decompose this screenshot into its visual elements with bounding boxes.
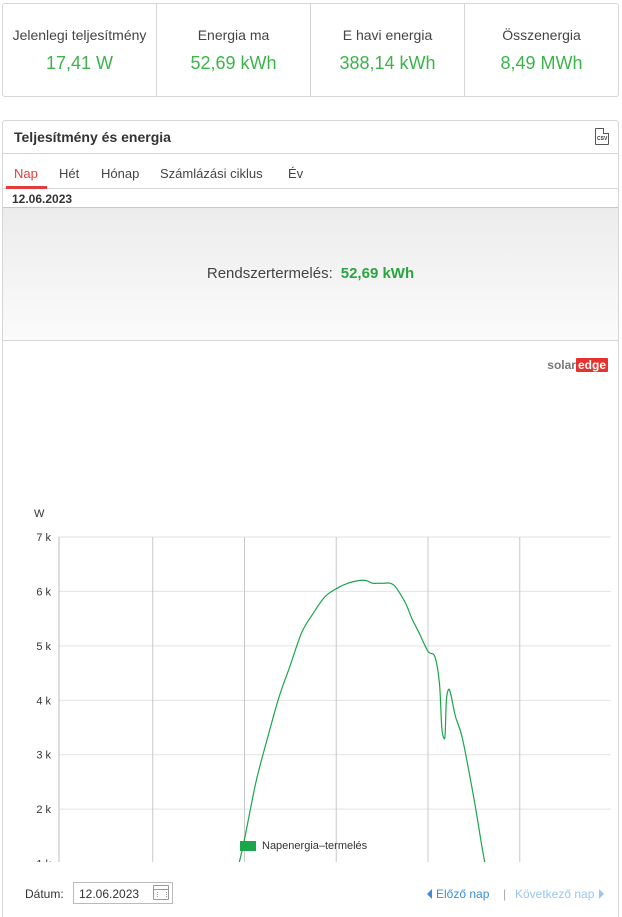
tab-honap[interactable]: Hónap — [101, 166, 139, 181]
grid-layer — [59, 536, 611, 917]
kpi-energy-today: Energia ma 52,69 kWh — [157, 4, 311, 96]
kpi-summary-row: Jelenlegi teljesítmény 17,41 W Energia m… — [2, 3, 619, 97]
legend-swatch — [240, 841, 256, 851]
panel-title: Teljesítmény és energia — [14, 129, 171, 145]
date-navigation-footer: Dátum: 12.06.2023 Előző nap | Következő … — [3, 879, 618, 909]
kpi-current-power: Jelenlegi teljesítmény 17,41 W — [3, 4, 157, 96]
y-tick-label: 3 k — [36, 750, 51, 762]
summary-value: 52,69 kWh — [340, 265, 415, 282]
logo-part2: edge — [575, 358, 608, 372]
summary-label: Rendszertermelés: — [206, 265, 333, 282]
y-tick-label: 4 k — [36, 695, 51, 707]
nav-separator: | — [503, 887, 507, 901]
series-layer — [170, 579, 521, 917]
calendar-icon[interactable] — [153, 885, 169, 900]
production-chart: solaredge W0 k1 k2 k3 k4 k5 k6 k7 k12. J… — [3, 342, 618, 917]
arrow-right-icon — [599, 889, 605, 899]
kpi-energy-month: E havi energia 388,14 kWh — [311, 4, 465, 96]
csv-export-icon[interactable]: CSV — [595, 128, 609, 145]
chart-svg: W0 k1 k2 k3 k4 k5 k6 k7 k12. Jun04:0008:… — [34, 508, 611, 917]
solaredge-logo: solar edge — [547, 358, 608, 372]
kpi-value: 52,69 kWh — [190, 53, 277, 73]
date-field-label: Dátum: — [25, 887, 64, 901]
kpi-value: 17,41 W — [45, 53, 114, 73]
y-tick-label: 2 k — [36, 804, 51, 816]
next-day-link[interactable]: Következő nap — [515, 887, 605, 901]
kpi-value: 8,49 MWh — [500, 53, 583, 73]
current-date: 12.06.2023 — [12, 192, 73, 206]
kpi-label: Jelenlegi teljesítmény — [12, 27, 147, 43]
y-tick-label: 1 k — [36, 859, 51, 862]
tab-het[interactable]: Hét — [59, 166, 79, 181]
kpi-label: Összenergia — [502, 27, 581, 43]
logo-part1: solar — [547, 358, 576, 372]
arrow-left-icon — [427, 889, 432, 899]
tab-ev[interactable]: Év — [288, 166, 303, 181]
power-energy-panel: Teljesítmény és energia CSV Nap Hét Hóna… — [2, 120, 619, 917]
kpi-value: 388,14 kWh — [339, 53, 436, 73]
tab-nap[interactable]: Nap — [14, 166, 38, 181]
date-input-value: 12.06.2023 — [79, 887, 140, 901]
y-tick-label: 6 k — [36, 586, 51, 598]
previous-day-link[interactable]: Előző nap — [427, 887, 489, 901]
chart-legend[interactable]: Napenergia–termelés — [240, 840, 367, 852]
y-tick-label: 5 k — [36, 641, 51, 653]
y-tick-label: 7 k — [36, 532, 51, 544]
kpi-label: E havi energia — [342, 27, 433, 43]
series-line-napenergia-termeles — [170, 579, 521, 917]
next-day-label: Következő nap — [515, 887, 595, 901]
current-date-row: 12.06.2023 — [3, 189, 618, 208]
csv-icon-text: CSV — [597, 136, 608, 142]
system-production-summary: Rendszertermelés: 52,69 kWh — [3, 208, 618, 341]
y-axis-label: W — [34, 508, 45, 520]
panel-header: Teljesítmény és energia CSV — [3, 121, 618, 154]
legend-label: Napenergia–termelés — [262, 840, 368, 852]
previous-day-label: Előző nap — [436, 887, 490, 901]
tab-szamlazasi-ciklus[interactable]: Számlázási ciklus — [160, 166, 263, 181]
period-tabs: Nap Hét Hónap Számlázási ciklus Év — [3, 154, 618, 189]
kpi-label: Energia ma — [197, 27, 270, 43]
date-input[interactable]: 12.06.2023 — [73, 882, 173, 904]
kpi-energy-total: Összenergia 8,49 MWh — [465, 4, 618, 96]
